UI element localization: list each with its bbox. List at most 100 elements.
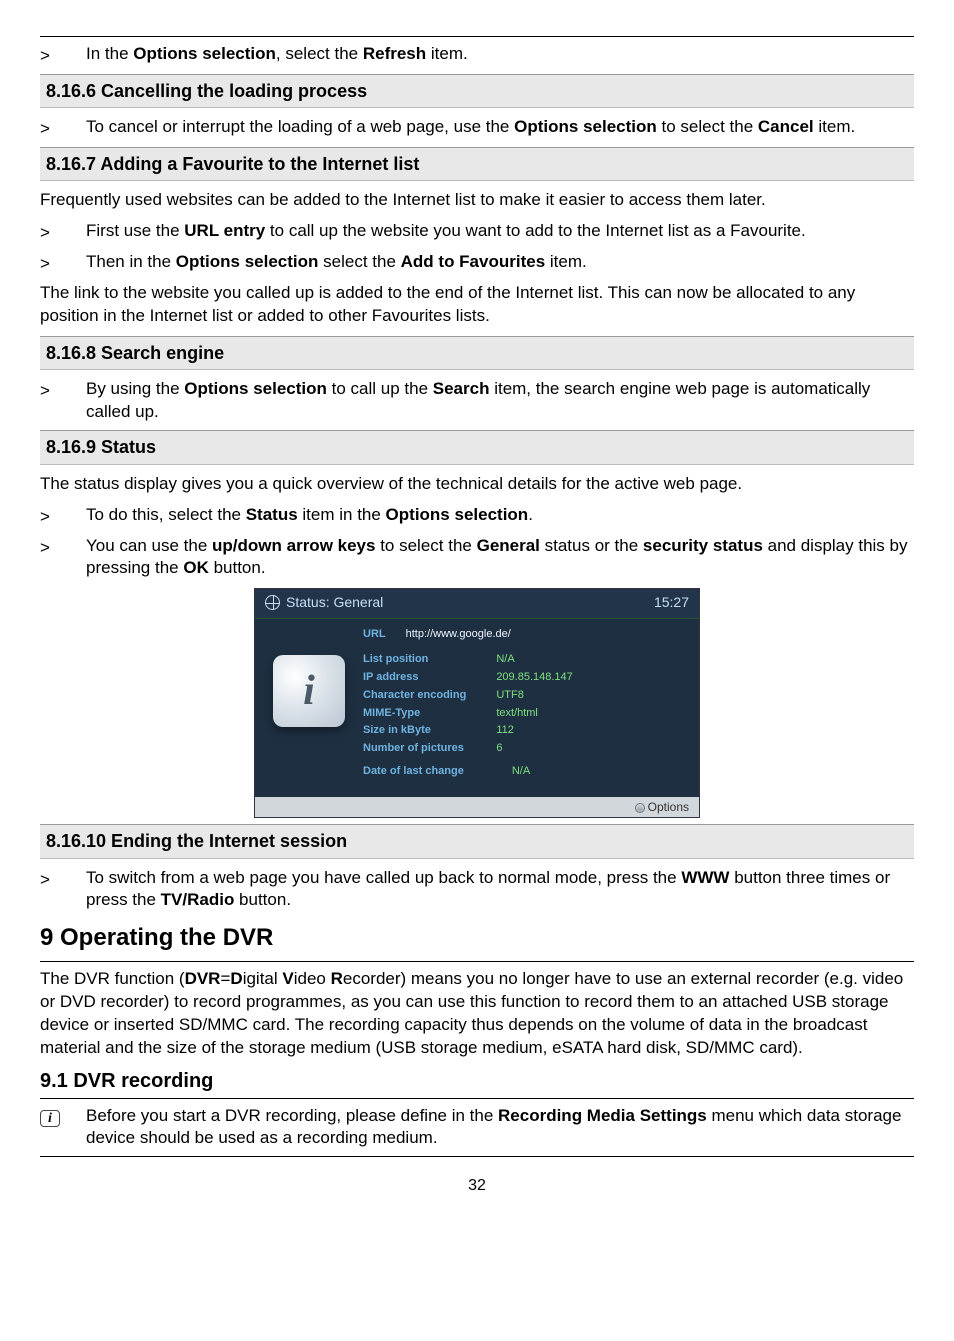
screenshot-title-text: Status: General: [286, 593, 383, 612]
status-screenshot: Status: General 15:27 i URL http://www.g…: [254, 588, 700, 818]
labels-col-2: Date of last change: [363, 764, 464, 779]
bullet-gt: >: [40, 378, 86, 424]
top-rule: [40, 36, 914, 37]
step-text: In the Options selection, select the Ref…: [86, 43, 914, 68]
t: To do this, select the: [86, 505, 246, 524]
t: Before you start a DVR recording, please…: [86, 1106, 498, 1125]
t: First use the: [86, 221, 184, 240]
t: =: [220, 969, 230, 988]
bullet-gt: >: [40, 535, 86, 581]
step-status-select: > To do this, select the Status item in …: [40, 504, 914, 529]
value-last-change: N/A: [512, 764, 530, 779]
t: to call up the: [327, 379, 433, 398]
t: item.: [545, 252, 587, 271]
value-ip-address: 209.85.148.147: [496, 670, 572, 685]
bold: TV/Radio: [161, 890, 235, 909]
step-cancel: > To cancel or interrupt the loading of …: [40, 116, 914, 141]
step-text: To do this, select the Status item in th…: [86, 504, 914, 529]
globe-icon: [265, 595, 280, 610]
kv-block-2: Date of last change N/A: [363, 764, 687, 779]
bold: security status: [643, 536, 763, 555]
url-row: URL http://www.google.de/: [363, 627, 687, 642]
labels-col: List position IP address Character encod…: [363, 652, 466, 756]
intro-8-16-9: The status display gives you a quick ove…: [40, 473, 914, 496]
heading-9-operating-dvr: 9 Operating the DVR: [40, 922, 914, 954]
t: Then in the: [86, 252, 176, 271]
t: , select the: [276, 44, 363, 63]
t: status or the: [540, 536, 643, 555]
screenshot-details: URL http://www.google.de/ List position …: [363, 627, 687, 779]
label-ip-address: IP address: [363, 670, 466, 685]
t: By using the: [86, 379, 184, 398]
label-last-change: Date of last change: [363, 764, 464, 779]
bold: D: [230, 969, 242, 988]
t: In the: [86, 44, 133, 63]
t: to select the: [375, 536, 476, 555]
bold: OK: [183, 558, 209, 577]
heading-8-16-7: 8.16.7 Adding a Favourite to the Interne…: [40, 147, 914, 181]
t: item in the: [298, 505, 386, 524]
url-value: http://www.google.de/: [406, 627, 511, 642]
bullet-gt: >: [40, 116, 86, 141]
step-status-arrows: > You can use the up/down arrow keys to …: [40, 535, 914, 581]
t: to select the: [657, 117, 758, 136]
step-refresh: > In the Options selection, select the R…: [40, 43, 914, 68]
value-char-encoding: UTF8: [496, 688, 572, 703]
t: To cancel or interrupt the loading of a …: [86, 117, 514, 136]
bold: Add to Favourites: [401, 252, 546, 271]
step-text: By using the Options selection to call u…: [86, 378, 914, 424]
heading-8-16-6: 8.16.6 Cancelling the loading process: [40, 74, 914, 108]
step-text: To switch from a web page you have calle…: [86, 867, 914, 913]
info-text: Before you start a DVR recording, please…: [86, 1105, 914, 1151]
t: item.: [426, 44, 468, 63]
rule-under-h9: [40, 961, 914, 962]
title-left: Status: General: [265, 593, 383, 612]
bold: Cancel: [758, 117, 814, 136]
bullet-gt: >: [40, 867, 86, 913]
values-col: N/A 209.85.148.147 UTF8 text/html 112 6: [496, 652, 572, 756]
bold: Options selection: [386, 505, 529, 524]
screenshot-clock: 15:27: [654, 593, 689, 612]
label-size-kbyte: Size in kByte: [363, 723, 466, 738]
kv-block-1: List position IP address Character encod…: [363, 652, 687, 756]
screenshot-titlebar: Status: General 15:27: [255, 589, 699, 619]
value-list-position: N/A: [496, 652, 572, 667]
outro-8-16-7: The link to the website you called up is…: [40, 282, 914, 328]
label-num-pictures: Number of pictures: [363, 741, 466, 756]
t: igital: [243, 969, 283, 988]
url-label: URL: [363, 627, 386, 642]
bold: WWW: [681, 868, 729, 887]
info-icon-large: i: [273, 655, 345, 727]
bullet-gt: >: [40, 251, 86, 276]
bottom-rule: [40, 1156, 914, 1157]
screenshot-body: i URL http://www.google.de/ List positio…: [255, 619, 699, 797]
t: You can use the: [86, 536, 212, 555]
step-text: You can use the up/down arrow keys to se…: [86, 535, 914, 581]
options-dot-icon: [635, 803, 645, 813]
value-size-kbyte: 112: [496, 723, 572, 738]
page-number: 32: [40, 1175, 914, 1197]
bold: Options selection: [133, 44, 276, 63]
bold: R: [331, 969, 343, 988]
info-icon-cell: i: [40, 1105, 86, 1151]
bullet-gt: >: [40, 43, 86, 68]
bold: Options selection: [184, 379, 327, 398]
bold: Options selection: [514, 117, 657, 136]
info-icon: i: [40, 1110, 60, 1127]
value-mime-type: text/html: [496, 706, 572, 721]
bullet-gt: >: [40, 220, 86, 245]
step-text: To cancel or interrupt the loading of a …: [86, 116, 914, 141]
t: The DVR function (: [40, 969, 185, 988]
bold: DVR: [185, 969, 221, 988]
values-col-2: N/A: [512, 764, 530, 779]
step-search: > By using the Options selection to call…: [40, 378, 914, 424]
t: button.: [234, 890, 291, 909]
bold: Options selection: [176, 252, 319, 271]
label-list-position: List position: [363, 652, 466, 667]
t: .: [528, 505, 533, 524]
heading-8-16-10: 8.16.10 Ending the Internet session: [40, 824, 914, 858]
label-char-encoding: Character encoding: [363, 688, 466, 703]
bold: Refresh: [363, 44, 426, 63]
heading-8-16-9: 8.16.9 Status: [40, 430, 914, 464]
step-url-entry: > First use the URL entry to call up the…: [40, 220, 914, 245]
